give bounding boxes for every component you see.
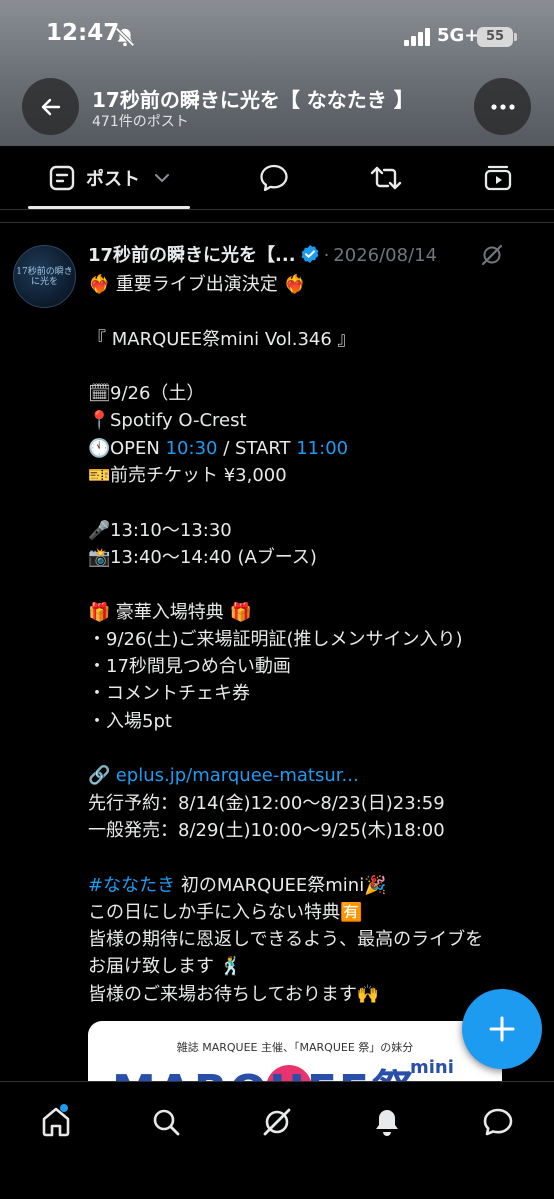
post-header: 17秒前の瞬きに光を【... · 2026/08/14 [88, 241, 508, 269]
post-text: ❤️‍🔥 重要ライブ出演決定 ❤️‍🔥 『 MARQUEE祭mini Vol.3… [88, 271, 538, 1008]
more-button[interactable] [474, 78, 531, 135]
post-date: 2026/08/14 [333, 245, 438, 266]
post-line: #ななたき 初のMARQUEE祭mini🎉 [88, 872, 538, 899]
yuu-badge-icon: 🈶 [340, 901, 363, 923]
post-author[interactable]: 17秒前の瞬きに光を【... [88, 245, 296, 266]
media-video-icon [484, 165, 512, 191]
party-popper-icon: 🎉 [364, 874, 387, 896]
home-icon [42, 1107, 70, 1137]
heart-fire-icon: ❤️‍🔥 [283, 274, 306, 295]
active-tab-indicator [28, 206, 190, 209]
post-line: この日にしか手に入らない特典🈶 [88, 899, 538, 926]
microphone-icon: 🎤 [88, 519, 111, 541]
battery-tip [514, 33, 517, 41]
camera-flash-icon: 📸 [88, 546, 111, 568]
nav-messages[interactable] [476, 1100, 520, 1144]
repost-icon [370, 166, 402, 190]
home-notification-dot [60, 1104, 68, 1112]
post-line: 先行予約：8/14(金)12:00〜8/23(日)23:59 [88, 792, 445, 814]
post-date-dot: · [323, 245, 330, 266]
ticket-icon: 🎫 [88, 465, 111, 487]
post-line: ・入場5pt [88, 710, 172, 732]
post-line: 皆様の期待に恩返しできるよう、最高のライブを [88, 929, 484, 951]
gift-icon: 🎁 [88, 601, 111, 623]
clock-icon: 🕚 [88, 437, 111, 459]
hashtag-link[interactable]: #ななたき [88, 875, 175, 896]
post-line: 🎤13:10〜13:30 [88, 517, 538, 544]
profile-header: 12:47 5G+ 55 17秒前の瞬きに光を【 ななたき 】 471件のポスト [0, 0, 554, 146]
battery-level: 55 [477, 27, 513, 47]
bottom-nav [0, 1081, 554, 1199]
post-line: 🕚OPEN 10:30 / START 11:00 [88, 435, 538, 462]
post-line: ・17秒間見つめ合い動画 [88, 656, 291, 678]
verified-badge-icon [301, 245, 318, 263]
reply-bubble-icon [260, 164, 288, 192]
avatar-logo-text: 17秒前の瞬きに光を [16, 266, 73, 287]
post-line: 🎁 豪華入場特典 🎁 [88, 599, 538, 626]
card-mini-label: mini [410, 1057, 454, 1078]
chevron-down-icon [155, 174, 169, 183]
event-link[interactable]: eplus.jp/marquee-matsur... [116, 765, 359, 786]
profile-title: 17秒前の瞬きに光を【 ななたき 】 [92, 88, 414, 112]
post-line: お届け致します 🕺 [88, 953, 538, 980]
compose-plus-icon [489, 1016, 515, 1042]
post-line: 🗓9/26（土） [88, 380, 538, 407]
post-line: 📍Spotify O-Crest [88, 407, 538, 434]
network-type: 5G+ [437, 25, 480, 46]
status-bar: 12:47 5G+ 55 [0, 0, 554, 70]
post-line: 🎫前売チケット ¥3,000 [88, 462, 538, 489]
clock: 12:47 [46, 20, 120, 46]
raised-hands-icon: 🙌 [356, 983, 380, 1005]
post-line: ❤️‍🔥 重要ライブ出演決定 ❤️‍🔥 [88, 271, 538, 298]
calendar-icon: 🗓 [88, 383, 111, 405]
bell-muted-icon [115, 27, 135, 47]
pin-icon: 📍 [88, 410, 111, 432]
media-card[interactable]: 雑誌 MARQUEE 主催、「MARQUEE 祭」の妹分 MARQUEE祭 mi… [88, 1021, 502, 1082]
notifications-icon [376, 1110, 398, 1136]
gift-icon: 🎁 [229, 601, 252, 623]
profile-tabs: ポスト [0, 146, 554, 210]
heart-fire-icon: ❤️‍🔥 [88, 274, 111, 295]
card-caption: 雑誌 MARQUEE 主催、「MARQUEE 祭」の妹分 [176, 1041, 414, 1054]
post-line: ・コメントチェキ券 [88, 683, 250, 705]
dancer-icon: 🕺 [219, 956, 243, 978]
post-line: 📸13:40〜14:40 (Aブース) [88, 544, 538, 571]
nav-grok[interactable] [255, 1100, 299, 1144]
nav-search[interactable] [144, 1100, 188, 1144]
tab-media[interactable] [468, 146, 528, 210]
post-line: 🔗 eplus.jp/marquee-matsur... [88, 762, 538, 789]
tab-posts-label: ポスト [86, 169, 140, 190]
grok-icon [263, 1108, 291, 1136]
compose-button[interactable] [462, 989, 542, 1069]
back-button[interactable] [22, 78, 79, 135]
messages-icon [483, 1108, 513, 1136]
search-icon [153, 1109, 180, 1136]
post[interactable]: 17秒前の瞬きに光を 17秒前の瞬きに光を【... · 2026/08/14 ❤️… [0, 222, 554, 1082]
tab-reposts[interactable] [356, 146, 416, 210]
more-dots-icon [490, 103, 515, 110]
nav-notifications[interactable] [365, 1100, 409, 1144]
card-logo: MARQUEE祭 [112, 1055, 417, 1082]
arrow-left-icon [41, 98, 60, 115]
post-line: 一般発売：8/29(土)10:00〜9/25(木)18:00 [88, 819, 445, 841]
avatar[interactable]: 17秒前の瞬きに光を [13, 245, 76, 308]
post-count: 471件のポスト [92, 114, 189, 130]
grok-icon[interactable] [480, 243, 504, 267]
posts-filter-icon [49, 165, 75, 191]
tab-posts[interactable]: ポスト [28, 146, 190, 210]
link-icon: 🔗 [88, 765, 111, 787]
post-line: ・9/26(土)ご来場証明証(推しメンサイン入り) [88, 628, 463, 650]
tab-replies[interactable] [244, 146, 304, 210]
cellular-signal-icon [404, 28, 430, 46]
post-line: 『 MARQUEE祭mini Vol.346 』 [88, 328, 356, 350]
nav-home[interactable] [34, 1100, 78, 1144]
